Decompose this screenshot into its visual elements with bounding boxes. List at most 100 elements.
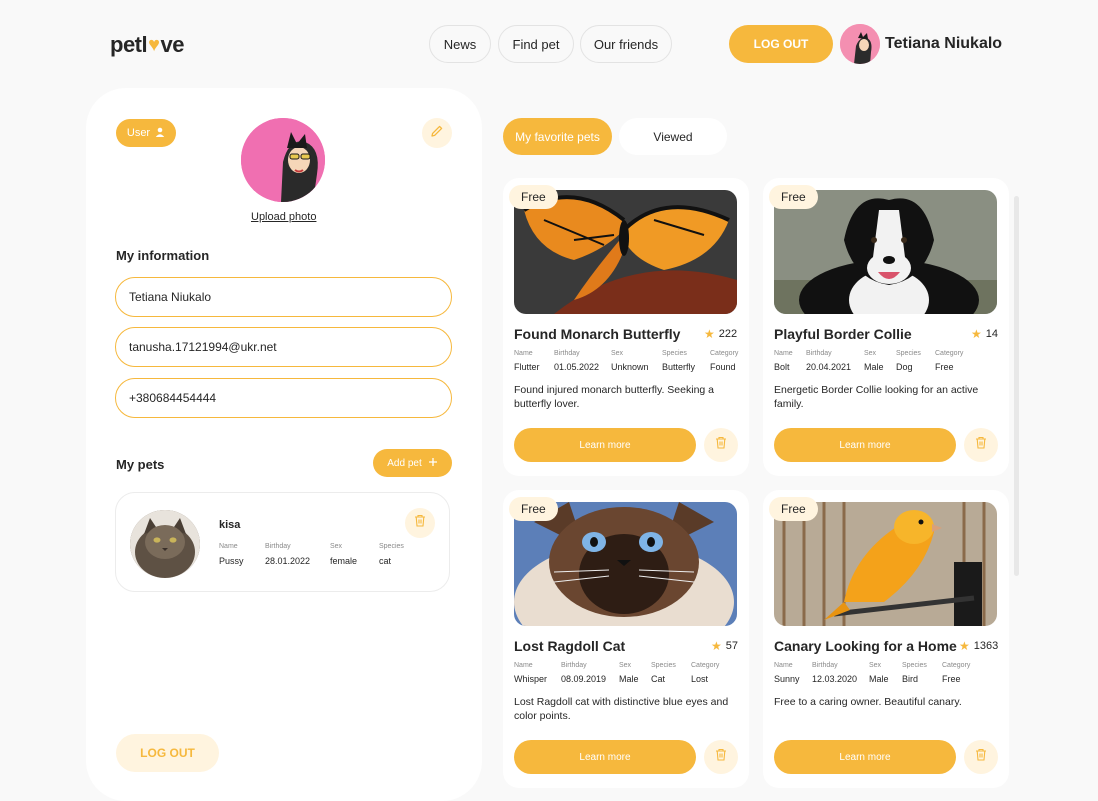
- info-label: Sex: [869, 662, 882, 669]
- info-value: Free: [935, 362, 954, 372]
- email-field[interactable]: tanusha.17121994@ukr.net: [115, 327, 452, 367]
- learn-more-button[interactable]: Learn more: [514, 740, 696, 774]
- name-field[interactable]: Tetiana Niukalo: [115, 277, 452, 317]
- my-pet-label-name: Name: [219, 543, 238, 550]
- info-label: Name: [774, 662, 793, 669]
- my-pet-label-birthday: Birthday: [265, 543, 291, 550]
- plus-icon: [428, 457, 438, 470]
- user-name[interactable]: Tetiana Niukalo: [885, 35, 1002, 53]
- info-label: Name: [774, 350, 793, 357]
- info-label: Sex: [611, 350, 624, 357]
- info-label: Category: [935, 350, 964, 357]
- info-value: Male: [864, 362, 884, 372]
- heart-icon: ♥: [148, 34, 160, 56]
- info-label: Name: [514, 350, 533, 357]
- info-value: Free: [942, 674, 961, 684]
- learn-more-button[interactable]: Learn more: [774, 428, 956, 462]
- info-label: Birthday: [554, 350, 580, 357]
- my-pet-label-sex: Sex: [330, 543, 343, 550]
- star-icon: ★: [711, 639, 722, 653]
- pet-card-rating: ★ 57: [711, 639, 739, 653]
- logo[interactable]: petl ♥ ve: [110, 32, 184, 58]
- my-pet-name: kisa: [219, 519, 241, 531]
- info-label: Sex: [864, 350, 877, 357]
- my-pet-value-birthday: 28.01.2022: [265, 556, 311, 566]
- upload-photo-link[interactable]: Upload photo: [251, 211, 316, 223]
- my-pet-photo: [130, 510, 200, 578]
- tab-viewed[interactable]: Viewed: [619, 118, 727, 155]
- info-value: Whisper: [514, 674, 548, 684]
- my-pet-value-species: cat: [379, 556, 392, 566]
- info-label: Species: [902, 662, 927, 669]
- nav-find-pet[interactable]: Find pet: [498, 25, 574, 63]
- trash-icon: [414, 514, 426, 532]
- trash-icon: [975, 436, 987, 454]
- my-pet-value-name: Pussy: [219, 556, 244, 566]
- pet-card-rating: ★ 222: [704, 327, 738, 341]
- info-value: Butterfly: [662, 362, 696, 372]
- info-label: Category: [691, 662, 720, 669]
- edit-profile-button[interactable]: [422, 118, 452, 148]
- info-value: Bird: [902, 674, 919, 684]
- remove-favorite-button[interactable]: [964, 740, 998, 774]
- trash-icon: [715, 436, 727, 454]
- pet-card-description: Found injured monarch butterfly. Seeking…: [514, 384, 715, 410]
- pet-card-title: Lost Ragdoll Cat: [514, 638, 626, 654]
- user-avatar[interactable]: [840, 24, 880, 64]
- pet-card-title: Playful Border Collie: [774, 326, 912, 342]
- star-icon: ★: [971, 327, 982, 341]
- my-pets-title: My pets: [116, 457, 165, 472]
- logout-button[interactable]: LOG OUT: [729, 25, 833, 63]
- free-badge: Free: [769, 185, 818, 209]
- info-value: Lost: [691, 674, 709, 684]
- info-value: Dog: [896, 362, 913, 372]
- info-label: Species: [896, 350, 921, 357]
- my-pet-label-species: Species: [379, 543, 404, 550]
- info-value: Flutter: [514, 362, 540, 372]
- free-badge: Free: [509, 497, 558, 521]
- info-value: Unknown: [611, 362, 649, 372]
- my-information-title: My information: [116, 248, 210, 263]
- star-icon: ★: [704, 327, 715, 341]
- my-pet-value-sex: female: [330, 556, 358, 566]
- user-icon: [155, 127, 165, 140]
- delete-my-pet-button[interactable]: [405, 508, 435, 538]
- info-value: Male: [869, 674, 889, 684]
- info-value: 01.05.2022: [554, 362, 600, 372]
- nav-news[interactable]: News: [429, 25, 491, 63]
- info-label: Species: [651, 662, 676, 669]
- info-value: 08.09.2019: [561, 674, 607, 684]
- info-label: Name: [514, 662, 533, 669]
- learn-more-button[interactable]: Learn more: [514, 428, 696, 462]
- phone-field[interactable]: +380684454444: [115, 378, 452, 418]
- favorites-scrollbar[interactable]: [1014, 196, 1019, 576]
- info-value: Cat: [651, 674, 666, 684]
- info-label: Sex: [619, 662, 632, 669]
- nav-our-friends[interactable]: Our friends: [580, 25, 672, 63]
- remove-favorite-button[interactable]: [704, 428, 738, 462]
- info-label: Species: [662, 350, 687, 357]
- info-label: Birthday: [806, 350, 832, 357]
- info-value: Bolt: [774, 362, 790, 372]
- pet-card-description: Lost Ragdoll cat with distinctive blue e…: [514, 696, 729, 722]
- free-badge: Free: [769, 497, 818, 521]
- add-pet-button[interactable]: Add pet: [373, 449, 452, 477]
- pet-card-title: Found Monarch Butterfly: [514, 326, 681, 342]
- tab-my-favorite-pets[interactable]: My favorite pets: [503, 118, 612, 155]
- pet-card-rating: ★ 14: [971, 327, 999, 341]
- learn-more-button[interactable]: Learn more: [774, 740, 956, 774]
- trash-icon: [715, 748, 727, 766]
- remove-favorite-button[interactable]: [964, 428, 998, 462]
- user-badge: User: [116, 119, 176, 147]
- logout-bottom-button[interactable]: LOG OUT: [116, 734, 219, 772]
- pencil-icon: [430, 124, 444, 143]
- pet-card-rating: ★ 1363: [959, 639, 999, 653]
- pet-card-title: Canary Looking for a Home: [774, 638, 957, 654]
- profile-avatar: [241, 118, 325, 202]
- free-badge: Free: [509, 185, 558, 209]
- info-label: Category: [710, 350, 739, 357]
- remove-favorite-button[interactable]: [704, 740, 738, 774]
- info-value: 20.04.2021: [806, 362, 852, 372]
- info-label: Category: [942, 662, 971, 669]
- info-value: Sunny: [774, 674, 800, 684]
